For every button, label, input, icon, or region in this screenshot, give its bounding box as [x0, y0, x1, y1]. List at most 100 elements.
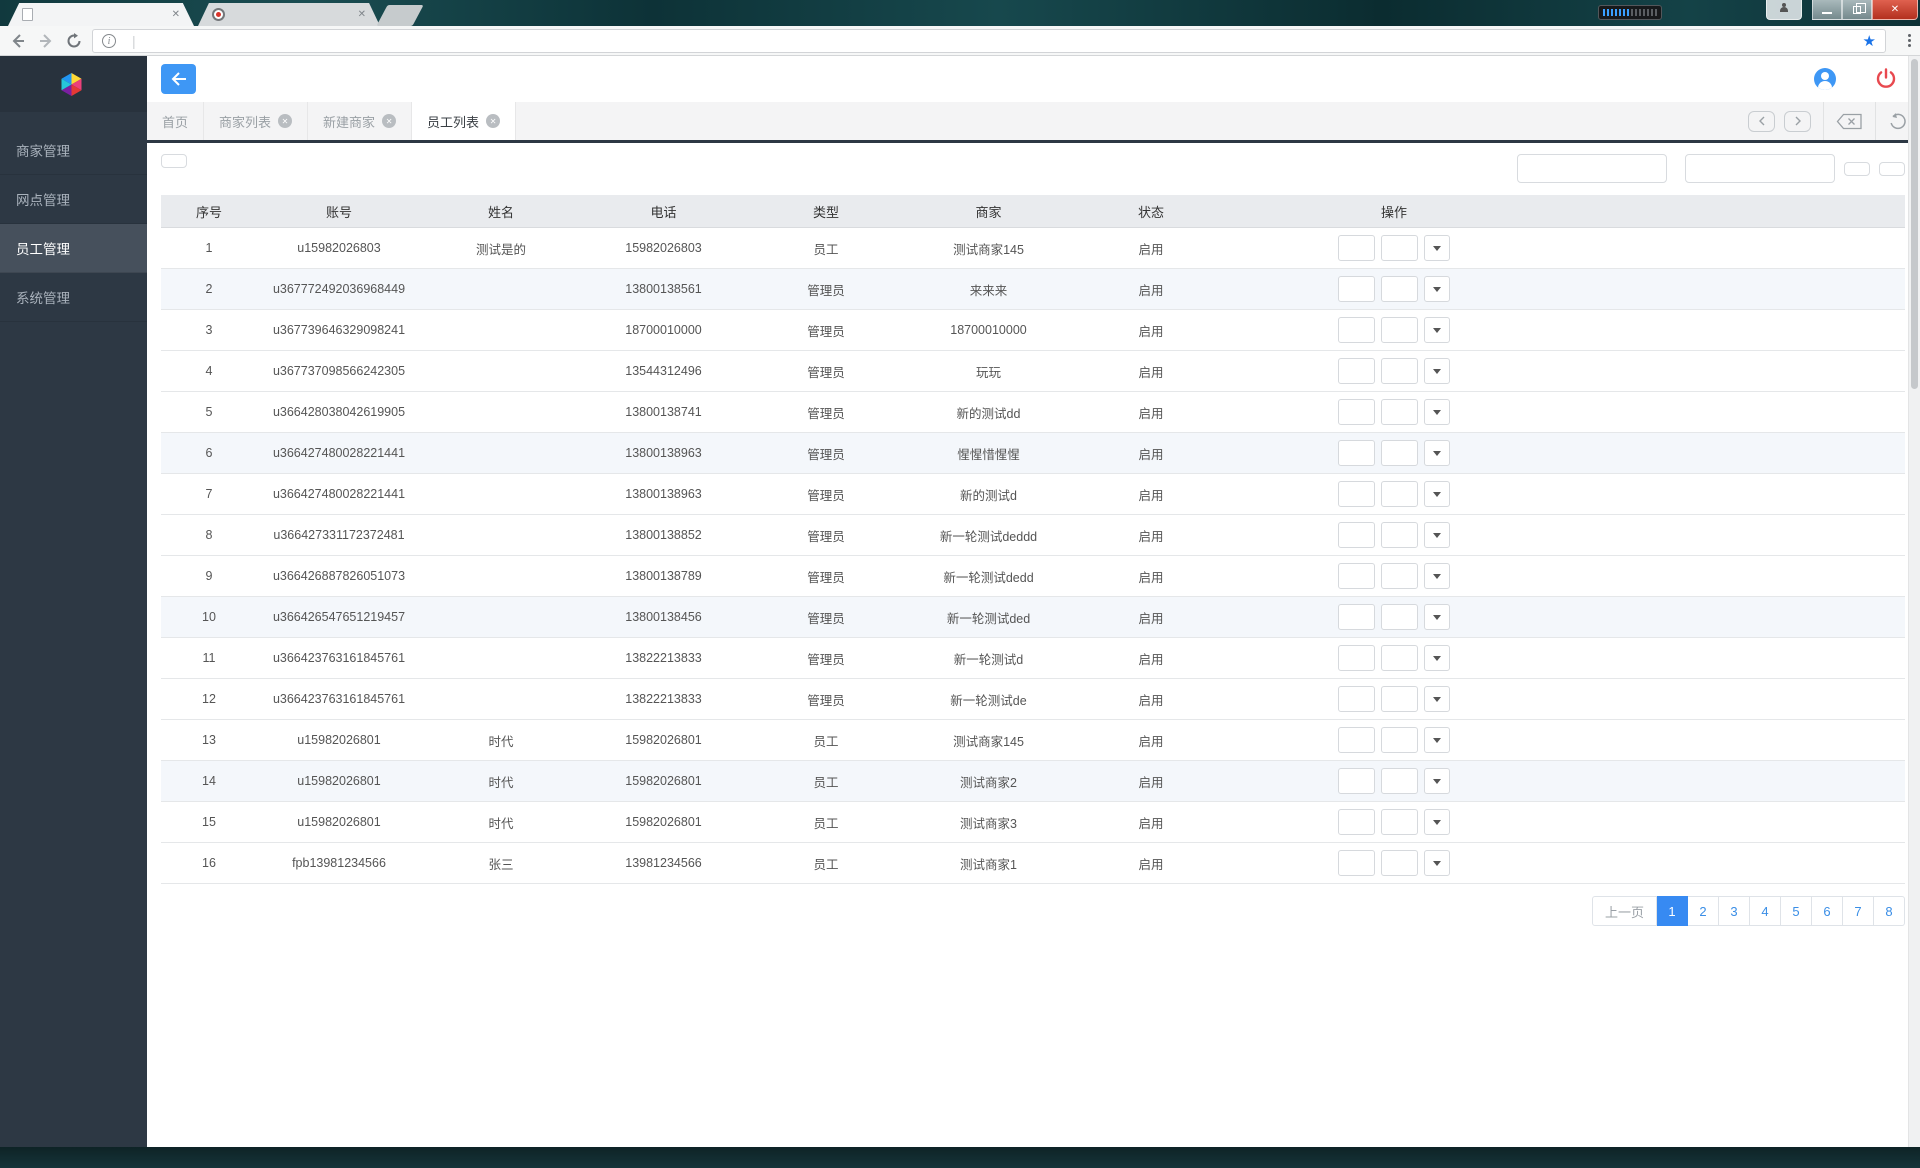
close-button[interactable]: ✕ [1872, 0, 1918, 20]
logout-power-icon[interactable] [1874, 67, 1898, 91]
disable-button[interactable] [1381, 727, 1418, 753]
new-account-button[interactable] [161, 154, 187, 168]
cell-type: 管理员 [807, 324, 845, 339]
page-button-5[interactable]: 5 [1781, 896, 1812, 926]
new-tab-button[interactable] [376, 5, 424, 26]
more-actions-dropdown[interactable] [1424, 563, 1450, 589]
more-actions-dropdown[interactable] [1424, 235, 1450, 261]
edit-button[interactable] [1338, 809, 1375, 835]
edit-button[interactable] [1338, 522, 1375, 548]
more-actions-dropdown[interactable] [1424, 604, 1450, 630]
more-actions-dropdown[interactable] [1424, 481, 1450, 507]
page-button-1[interactable]: 1 [1657, 896, 1688, 926]
edit-button[interactable] [1338, 645, 1375, 671]
sidebar-item-网点管理[interactable]: 网点管理 [0, 175, 147, 224]
tab-close-icon[interactable]: ✕ [278, 114, 293, 128]
more-actions-dropdown[interactable] [1424, 768, 1450, 794]
edit-button[interactable] [1338, 604, 1375, 630]
tab-close-icon[interactable]: ✕ [172, 9, 180, 20]
search-button[interactable] [1844, 161, 1870, 176]
disable-button[interactable] [1381, 768, 1418, 794]
page-button-7[interactable]: 7 [1843, 896, 1874, 926]
edit-button[interactable] [1338, 440, 1375, 466]
page-tab-首页[interactable]: 首页 [147, 102, 205, 140]
close-all-tabs-button[interactable] [1836, 113, 1863, 130]
more-actions-dropdown[interactable] [1424, 317, 1450, 343]
page-button-3[interactable]: 3 [1719, 896, 1750, 926]
scroll-tabs-left-button[interactable] [1748, 110, 1775, 132]
browser-scrollbar[interactable] [1908, 56, 1920, 1147]
advanced-search-button[interactable] [1879, 161, 1905, 176]
sidebar-item-商家管理[interactable]: 商家管理 [0, 126, 147, 175]
more-actions-dropdown[interactable] [1424, 399, 1450, 425]
bookmark-star-icon[interactable]: ★ [1863, 32, 1876, 50]
scrollbar-thumb[interactable] [1911, 59, 1918, 389]
restore-button[interactable] [1842, 0, 1872, 20]
edit-button[interactable] [1338, 317, 1375, 343]
more-actions-dropdown[interactable] [1424, 522, 1450, 548]
disable-button[interactable] [1381, 358, 1418, 384]
table-row: 6 u366427480028221441 13800138963 管理员 惺惺… [161, 433, 1905, 474]
merchant-code-input[interactable] [1517, 154, 1667, 183]
more-actions-dropdown[interactable] [1424, 686, 1450, 712]
back-icon[interactable] [8, 31, 28, 51]
scroll-tabs-right-button[interactable] [1784, 110, 1811, 132]
more-actions-dropdown[interactable] [1424, 727, 1450, 753]
page-button-2[interactable]: 2 [1688, 896, 1719, 926]
page-button-6[interactable]: 6 [1812, 896, 1843, 926]
tab-close-icon[interactable]: ✕ [486, 114, 501, 128]
prev-page-button[interactable]: 上一页 [1591, 896, 1657, 926]
edit-button[interactable] [1338, 727, 1375, 753]
disable-button[interactable] [1381, 522, 1418, 548]
disable-button[interactable] [1381, 850, 1418, 876]
disable-button[interactable] [1381, 604, 1418, 630]
edit-button[interactable] [1338, 850, 1375, 876]
profile-button[interactable] [1766, 0, 1802, 20]
address-bar[interactable]: i | ★ [92, 29, 1886, 53]
disable-button[interactable] [1381, 645, 1418, 671]
page-button-8[interactable]: 8 [1874, 896, 1905, 926]
more-actions-dropdown[interactable] [1424, 358, 1450, 384]
page-button-4[interactable]: 4 [1750, 896, 1781, 926]
disable-button[interactable] [1381, 276, 1418, 302]
browser-tab-active[interactable]: ✕ [8, 3, 194, 26]
sidebar-item-系统管理[interactable]: 系统管理 [0, 273, 147, 322]
disable-button[interactable] [1381, 440, 1418, 466]
disable-button[interactable] [1381, 481, 1418, 507]
sidebar-item-员工管理[interactable]: 员工管理 [0, 224, 147, 273]
browser-menu-icon[interactable] [1908, 34, 1911, 47]
more-actions-dropdown[interactable] [1424, 440, 1450, 466]
edit-button[interactable] [1338, 481, 1375, 507]
tab-close-icon[interactable]: ✕ [382, 114, 397, 128]
disable-button[interactable] [1381, 235, 1418, 261]
browser-tab-graylog[interactable]: ✕ [198, 3, 380, 26]
more-actions-dropdown[interactable] [1424, 850, 1450, 876]
disable-button[interactable] [1381, 399, 1418, 425]
edit-button[interactable] [1338, 399, 1375, 425]
refresh-tab-button[interactable] [1888, 112, 1908, 130]
edit-button[interactable] [1338, 563, 1375, 589]
disable-button[interactable] [1381, 563, 1418, 589]
edit-button[interactable] [1338, 235, 1375, 261]
more-actions-dropdown[interactable] [1424, 645, 1450, 671]
tab-close-icon[interactable]: ✕ [358, 9, 366, 20]
page-tab-员工列表[interactable]: 员工列表 ✕ [412, 102, 517, 140]
merchant-name-input[interactable] [1685, 154, 1835, 183]
os-window-strip: ✕ ✕ ✕ [0, 0, 1920, 26]
edit-button[interactable] [1338, 276, 1375, 302]
info-icon[interactable]: i [102, 34, 116, 48]
disable-button[interactable] [1381, 809, 1418, 835]
forward-icon[interactable] [36, 31, 56, 51]
page-tab-商家列表[interactable]: 商家列表 ✕ [204, 102, 309, 140]
page-tab-新建商家[interactable]: 新建商家 ✕ [308, 102, 413, 140]
reload-icon[interactable] [64, 31, 84, 51]
disable-button[interactable] [1381, 686, 1418, 712]
edit-button[interactable] [1338, 686, 1375, 712]
more-actions-dropdown[interactable] [1424, 809, 1450, 835]
disable-button[interactable] [1381, 317, 1418, 343]
edit-button[interactable] [1338, 768, 1375, 794]
minimize-button[interactable] [1812, 0, 1842, 20]
more-actions-dropdown[interactable] [1424, 276, 1450, 302]
back-button[interactable] [161, 64, 196, 94]
edit-button[interactable] [1338, 358, 1375, 384]
